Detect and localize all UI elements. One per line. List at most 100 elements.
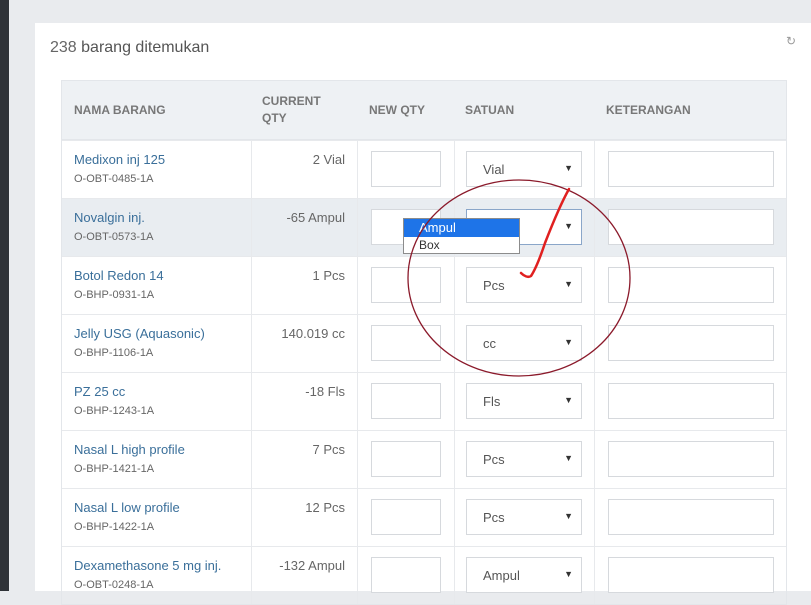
chevron-down-icon: ▼ [564, 337, 573, 347]
chevron-down-icon: ▼ [564, 221, 573, 231]
keterangan-input[interactable] [608, 499, 774, 535]
keterangan-input[interactable] [608, 267, 774, 303]
result-label: barang ditemukan [81, 39, 210, 56]
column-divider [454, 431, 455, 488]
column-divider [251, 431, 252, 488]
table-header: NAMA BARANG CURRENT QTY NEW QTY SATUAN K… [62, 81, 786, 140]
table-row: Nasal L high profile O-BHP-1421-1A 7 Pcs Pc… [62, 430, 786, 488]
keterangan-input[interactable] [608, 151, 774, 187]
unit-dropdown-list[interactable]: Ampul Box [403, 218, 520, 254]
dropdown-option-box[interactable]: Box [404, 237, 519, 253]
column-divider [594, 141, 595, 198]
column-header-keterangan: KETERANGAN [606, 102, 691, 117]
item-name-link[interactable]: Medixon inj 125 [74, 152, 165, 168]
dropdown-option-ampul[interactable]: Ampul [404, 219, 519, 237]
new-qty-input[interactable] [371, 325, 441, 361]
unit-select-value: Ampul [483, 568, 520, 583]
current-qty-value: 2 Vial [312, 152, 345, 167]
current-qty-value: 1 Pcs [312, 268, 345, 283]
column-divider [594, 315, 595, 372]
keterangan-input[interactable] [608, 325, 774, 361]
chevron-down-icon: ▼ [564, 163, 573, 173]
column-divider [454, 257, 455, 314]
column-divider [594, 373, 595, 430]
column-divider [251, 199, 252, 256]
unit-select[interactable]: Pcs ▼ [466, 267, 582, 303]
unit-select[interactable]: Fls ▼ [466, 383, 582, 419]
new-qty-input[interactable] [371, 383, 441, 419]
column-divider [357, 547, 358, 604]
item-cell: Nasal L high profile O-BHP-1421-1A [74, 442, 185, 475]
item-code: O-BHP-0931-1A [74, 289, 155, 301]
column-header-satuan: SATUAN [465, 102, 515, 117]
column-divider [594, 199, 595, 256]
item-name-link[interactable]: Nasal L high profile [74, 442, 185, 458]
column-header-name: NAMA BARANG [74, 102, 166, 117]
item-code: O-BHP-1422-1A [74, 521, 155, 533]
item-cell: Dexamethasone 5 mg inj. O-OBT-0248-1A [74, 558, 221, 591]
new-qty-input[interactable] [371, 267, 441, 303]
current-qty-value: 140.019 cc [281, 326, 345, 341]
table-row: Jelly USG (Aquasonic) O-BHP-1106-1A 140.01… [62, 314, 786, 372]
chevron-down-icon: ▼ [564, 279, 573, 289]
current-qty-value: -132 Ampul [279, 558, 345, 573]
chevron-down-icon: ▼ [564, 453, 573, 463]
current-qty-value: 12 Pcs [305, 500, 345, 515]
column-divider [251, 315, 252, 372]
unit-select-value: Pcs [483, 510, 505, 525]
unit-select-value: cc [483, 336, 496, 351]
column-divider [594, 547, 595, 604]
item-code: O-BHP-1106-1A [74, 347, 154, 359]
item-name-link[interactable]: Nasal L low profile [74, 500, 180, 516]
table-row: Medixon inj 125 O-OBT-0485-1A 2 Vial Vial ▼ [62, 140, 786, 198]
item-cell: Jelly USG (Aquasonic) O-BHP-1106-1A [74, 326, 205, 359]
item-code: O-OBT-0248-1A [74, 579, 154, 591]
item-code: O-BHP-1243-1A [74, 405, 155, 417]
item-code: O-BHP-1421-1A [74, 463, 155, 475]
new-qty-input[interactable] [371, 151, 441, 187]
column-divider [357, 257, 358, 314]
item-name-link[interactable]: PZ 25 cc [74, 384, 154, 400]
item-name-link[interactable]: Novalgin inj. [74, 210, 153, 226]
unit-select[interactable]: Ampul ▼ [466, 557, 582, 593]
items-table: NAMA BARANG CURRENT QTY NEW QTY SATUAN K… [61, 80, 787, 605]
current-qty-value: 7 Pcs [312, 442, 345, 457]
column-divider [357, 199, 358, 256]
table-row: Botol Redon 14 O-BHP-0931-1A 1 Pcs Pcs ▼ [62, 256, 786, 314]
unit-select[interactable]: Vial ▼ [466, 151, 582, 187]
column-divider [454, 489, 455, 546]
new-qty-input[interactable] [371, 441, 441, 477]
results-panel: ↻ 238 barang ditemukan NAMA BARANG CURRE… [35, 23, 811, 605]
keterangan-input[interactable] [608, 557, 774, 593]
item-name-link[interactable]: Botol Redon 14 [74, 268, 164, 284]
column-divider [357, 373, 358, 430]
unit-select-value: Pcs [483, 452, 505, 467]
sidebar-edge [0, 0, 9, 591]
chevron-down-icon: ▼ [564, 395, 573, 405]
keterangan-input[interactable] [608, 209, 774, 245]
column-divider [251, 257, 252, 314]
column-header-new-qty: NEW QTY [369, 102, 425, 117]
keterangan-input[interactable] [608, 441, 774, 477]
refresh-icon[interactable]: ↻ [785, 35, 797, 47]
unit-select[interactable]: cc ▼ [466, 325, 582, 361]
column-divider [454, 373, 455, 430]
item-name-link[interactable]: Dexamethasone 5 mg inj. [74, 558, 221, 574]
column-divider [357, 315, 358, 372]
column-divider [251, 547, 252, 604]
table-row: Nasal L low profile O-BHP-1422-1A 12 Pcs Pc… [62, 488, 786, 546]
unit-select[interactable]: Pcs ▼ [466, 441, 582, 477]
new-qty-input[interactable] [371, 557, 441, 593]
keterangan-input[interactable] [608, 383, 774, 419]
unit-select[interactable]: Pcs ▼ [466, 499, 582, 535]
column-divider [594, 431, 595, 488]
column-divider [594, 257, 595, 314]
current-qty-value: -18 Fls [305, 384, 345, 399]
item-name-link[interactable]: Jelly USG (Aquasonic) [74, 326, 205, 342]
item-cell: PZ 25 cc O-BHP-1243-1A [74, 384, 154, 417]
new-qty-input[interactable] [371, 499, 441, 535]
column-divider [251, 373, 252, 430]
column-divider [594, 489, 595, 546]
chevron-down-icon: ▼ [564, 511, 573, 521]
table-row: PZ 25 cc O-BHP-1243-1A -18 Fls Fls ▼ [62, 372, 786, 430]
